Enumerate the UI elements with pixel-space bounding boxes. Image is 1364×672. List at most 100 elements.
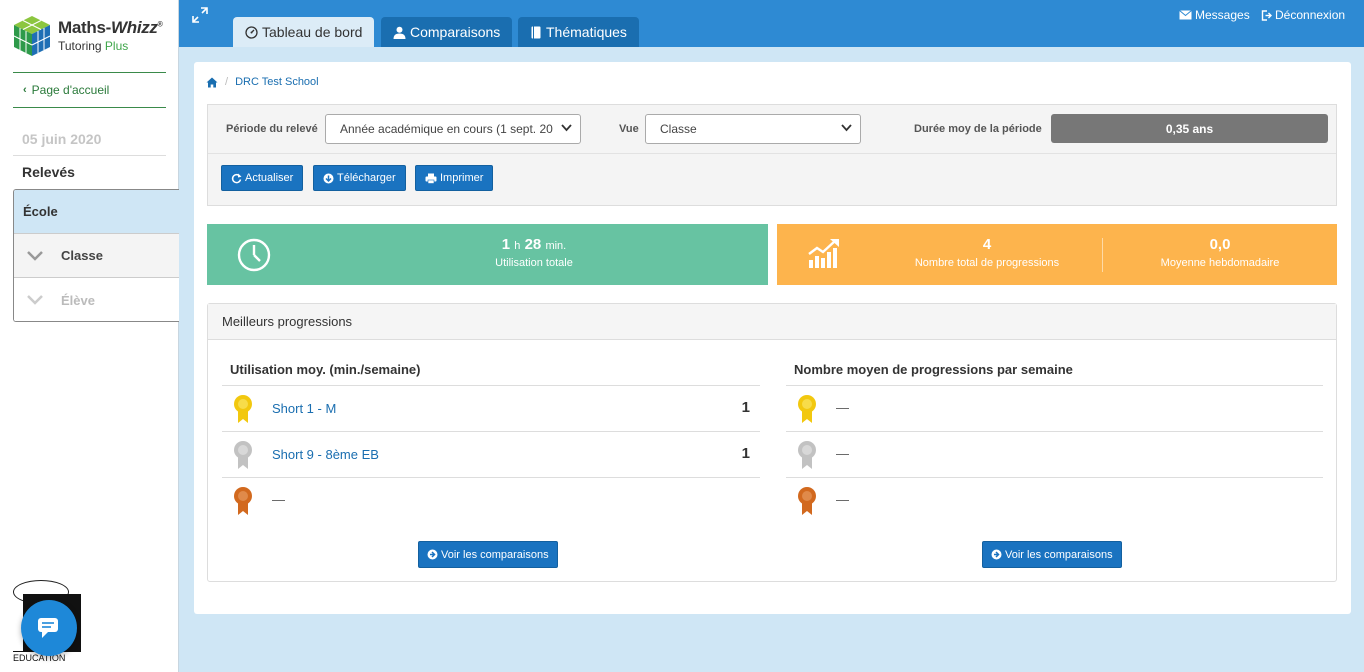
list-item: — bbox=[222, 477, 760, 523]
cube-logo-icon bbox=[13, 16, 51, 56]
usage-ranking-title: Utilisation moy. (min./semaine) bbox=[230, 362, 421, 377]
current-date: 05 juin 2020 bbox=[13, 126, 166, 156]
nav-item-eleve[interactable]: Élève bbox=[14, 278, 179, 321]
arrow-circle-right-icon bbox=[991, 549, 1002, 560]
chevron-down-icon bbox=[841, 124, 852, 132]
arrow-circle-right-icon bbox=[427, 549, 438, 560]
gold-medal-icon bbox=[798, 395, 816, 423]
chevron-down-icon bbox=[27, 295, 43, 305]
messages-label: Messages bbox=[1195, 8, 1250, 22]
sidebar: Maths-Whizz® Tutoring Plus ‹ Page d'accu… bbox=[0, 0, 179, 672]
envelope-icon bbox=[1179, 10, 1192, 20]
filters-panel: Période du relevé Année académique en co… bbox=[207, 104, 1337, 206]
period-label: Période du relevé bbox=[226, 123, 318, 135]
home-link-label: Page d'accueil bbox=[31, 83, 110, 97]
nav-item-ecole[interactable]: École bbox=[14, 190, 179, 234]
report-level-nav: École Classe Élève bbox=[13, 189, 179, 322]
download-button[interactable]: Télécharger bbox=[313, 165, 406, 191]
best-progressions-heading: Meilleurs progressions bbox=[208, 304, 1336, 340]
tab-comparaisons[interactable]: Comparaisons bbox=[381, 17, 513, 47]
breadcrumb: / DRC Test School bbox=[206, 76, 319, 88]
view-select[interactable]: Classe bbox=[645, 114, 861, 144]
download-label: Télécharger bbox=[337, 172, 396, 184]
list-item: Short 9 - 8ème EB 1 bbox=[222, 431, 760, 477]
chevron-down-icon bbox=[27, 250, 43, 261]
usage-stat-card: 1 h 28 min. Utilisation totale bbox=[207, 224, 768, 285]
home-link[interactable]: ‹ Page d'accueil bbox=[13, 72, 166, 108]
chat-icon bbox=[38, 618, 58, 638]
tab-thematiques[interactable]: Thématiques bbox=[518, 17, 639, 47]
list-item: — bbox=[786, 385, 1323, 431]
logout-label: Déconnexion bbox=[1275, 8, 1346, 22]
breadcrumb-school[interactable]: DRC Test School bbox=[235, 76, 319, 88]
brand-title: Maths-Whizz® bbox=[58, 18, 163, 37]
tab-label: Tableau de bord bbox=[262, 24, 363, 40]
duration-label: Durée moy de la période bbox=[914, 123, 1042, 135]
messages-link[interactable]: Messages bbox=[1179, 8, 1250, 22]
silver-medal-icon bbox=[234, 441, 252, 469]
progressions-total-value: 4 bbox=[982, 236, 992, 253]
refresh-button[interactable]: Actualiser bbox=[221, 165, 304, 191]
best-progressions-panel: Meilleurs progressions Utilisation moy. … bbox=[207, 303, 1337, 582]
duration-value: 0,35 ans bbox=[1051, 114, 1328, 143]
chevron-left-icon: ‹ bbox=[23, 84, 27, 96]
tab-label: Comparaisons bbox=[410, 24, 501, 40]
nav-item-classe[interactable]: Classe bbox=[14, 234, 179, 278]
empty-placeholder: — bbox=[272, 492, 285, 507]
student-link[interactable]: Short 9 - 8ème EB bbox=[272, 447, 379, 462]
view-comparisons-label: Voir les comparaisons bbox=[441, 548, 549, 561]
tab-tableau-de-bord[interactable]: Tableau de bord bbox=[233, 17, 375, 47]
empty-placeholder: — bbox=[836, 400, 849, 415]
home-icon[interactable] bbox=[206, 77, 218, 88]
logout-icon bbox=[1261, 9, 1272, 21]
empty-placeholder: — bbox=[836, 446, 849, 461]
usage-total-label: Utilisation totale bbox=[495, 257, 573, 269]
dashboard-icon bbox=[245, 25, 258, 39]
refresh-icon bbox=[231, 173, 242, 183]
filters-divider bbox=[208, 153, 1336, 154]
nav-item-label: Classe bbox=[61, 248, 103, 263]
view-comparisons-button[interactable]: Voir les comparaisons bbox=[418, 541, 558, 568]
view-label: Vue bbox=[619, 123, 639, 135]
breadcrumb-separator: / bbox=[225, 76, 229, 88]
print-icon bbox=[425, 173, 437, 184]
view-comparisons-button[interactable]: Voir les comparaisons bbox=[982, 541, 1122, 568]
user-icon bbox=[393, 26, 406, 39]
download-icon bbox=[323, 173, 334, 183]
maths-whizz-logo[interactable]: Maths-Whizz® Tutoring Plus bbox=[12, 14, 172, 64]
bronze-medal-icon bbox=[798, 487, 816, 515]
progressions-ranking-title: Nombre moyen de progressions par semaine bbox=[794, 362, 1073, 377]
print-button[interactable]: Imprimer bbox=[415, 165, 494, 191]
gold-medal-icon bbox=[234, 395, 252, 423]
progressions-stat-card: 4 Nombre total de progressions 0,0 Moyen… bbox=[777, 224, 1337, 285]
stat-separator bbox=[1102, 238, 1103, 272]
print-label: Imprimer bbox=[440, 172, 484, 184]
list-item: — bbox=[786, 431, 1323, 477]
period-select-value: Année académique en cours (1 sept. 20 bbox=[340, 122, 553, 136]
chevron-down-icon bbox=[561, 124, 572, 132]
empty-placeholder: — bbox=[836, 492, 849, 507]
view-comparisons-label: Voir les comparaisons bbox=[1005, 548, 1113, 561]
book-icon bbox=[531, 26, 541, 38]
brand-subtitle: Tutoring Plus bbox=[58, 39, 129, 53]
weekly-average-label: Moyenne hebdomadaire bbox=[1160, 257, 1280, 269]
row-value: 1 bbox=[741, 445, 750, 462]
releves-heading: Relevés bbox=[22, 164, 75, 180]
list-item: Short 1 - M 1 bbox=[222, 385, 760, 431]
dashboard-panel: / DRC Test School Période du relevé Anné… bbox=[194, 62, 1351, 614]
view-select-value: Classe bbox=[660, 122, 697, 136]
period-select[interactable]: Année académique en cours (1 sept. 20 bbox=[325, 114, 581, 144]
student-link[interactable]: Short 1 - M bbox=[272, 401, 336, 416]
nav-item-label: École bbox=[23, 204, 58, 219]
logout-link[interactable]: Déconnexion bbox=[1261, 8, 1345, 22]
tab-label: Thématiques bbox=[546, 24, 627, 40]
weekly-average-value: 0,0 bbox=[1209, 236, 1231, 253]
nav-item-label: Élève bbox=[61, 292, 95, 308]
bronze-medal-icon bbox=[234, 487, 252, 515]
refresh-label: Actualiser bbox=[245, 172, 294, 184]
usage-total-value: 1 h 28 min. bbox=[501, 236, 567, 253]
chat-button[interactable] bbox=[21, 600, 77, 656]
top-bar: Tableau de bord Comparaisons Thématiques… bbox=[179, 0, 1364, 47]
progressions-total-label: Nombre total de progressions bbox=[914, 257, 1060, 269]
expand-icon[interactable] bbox=[191, 6, 209, 24]
